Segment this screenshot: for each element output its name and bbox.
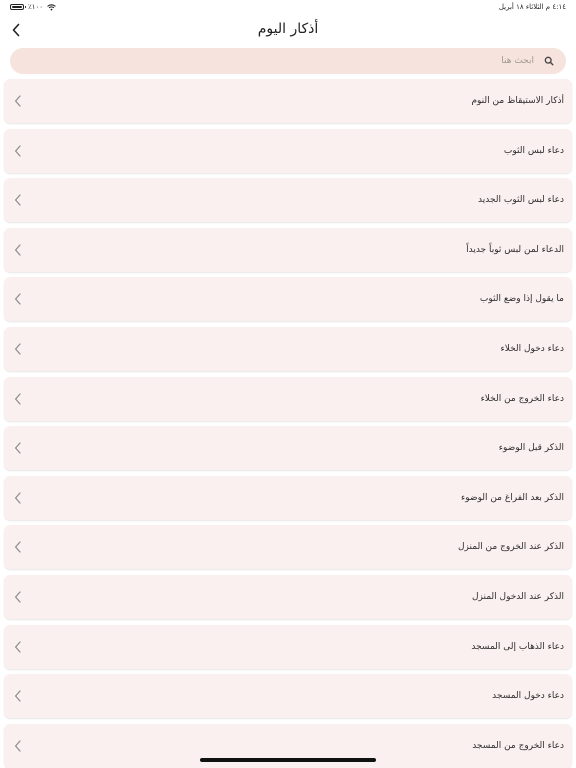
battery-icon <box>10 4 26 10</box>
list-item[interactable]: دعاء الذهاب إلى المسجد <box>4 624 572 669</box>
search-input[interactable] <box>10 56 534 66</box>
navigation-bar: أذكار اليوم <box>0 14 576 46</box>
status-bar: ٪١٠٠ ٤:١٤ م الثلاثاء ١٨ أبريل <box>0 0 576 14</box>
list-item[interactable]: دعاء لبس الثوب <box>4 128 572 173</box>
chevron-left-icon <box>10 539 26 555</box>
chevron-left-icon <box>10 688 26 704</box>
chevron-left-icon <box>10 490 26 506</box>
status-indicators: ٪١٠٠ <box>10 3 56 11</box>
list-item-label: دعاء الخروج من الخلاء <box>480 393 564 404</box>
list-item-label: دعاء لبس الثوب الجديد <box>478 195 564 206</box>
list-item[interactable]: دعاء الخروج من الخلاء <box>4 376 572 421</box>
wifi-icon <box>47 3 56 10</box>
search-bar[interactable] <box>10 48 566 74</box>
list-item-label: الذكر قبل الوضوء <box>498 443 564 454</box>
chevron-left-icon <box>10 738 26 754</box>
list-item[interactable]: دعاء دخول الخلاء <box>4 327 572 371</box>
list-item[interactable]: الذكر بعد الفراغ من الوضوء <box>4 475 572 520</box>
list-item[interactable]: الذكر قبل الوضوء <box>4 426 572 471</box>
chevron-left-icon <box>10 589 26 605</box>
search-icon <box>542 54 556 68</box>
chevron-left-icon <box>10 341 26 357</box>
list-item-label: أذكار الاستيقاظ من النوم <box>471 96 564 106</box>
list-item-label: دعاء دخول الخلاء <box>500 344 565 354</box>
chevron-left-icon <box>10 639 26 655</box>
list-item[interactable]: الدعاء لمن لبس ثوباً جديداً <box>4 227 572 272</box>
list-item[interactable]: الذكر عند الدخول المنزل <box>4 575 572 619</box>
list-item-label: دعاء دخول المسجد <box>492 691 564 702</box>
list-item-label: الذكر عند الخروج من المنزل <box>458 542 564 553</box>
chevron-left-icon <box>10 143 26 159</box>
list-item[interactable]: دعاء دخول المسجد <box>4 674 572 719</box>
list-item[interactable]: ما يقول إذا وضع الثوب <box>4 277 572 322</box>
chevron-left-icon <box>10 242 26 258</box>
chevron-left-icon <box>10 93 26 109</box>
list-item-label: دعاء الذهاب إلى المسجد <box>471 641 564 652</box>
list-item-label: دعاء لبس الثوب <box>503 145 564 156</box>
home-indicator <box>200 758 376 762</box>
list-item-label: ما يقول إذا وضع الثوب <box>479 294 564 305</box>
battery-percent: ٪١٠٠ <box>28 3 44 11</box>
chevron-left-icon <box>10 291 26 307</box>
list-item-label: دعاء الخروج من المسجد <box>472 740 564 751</box>
list-item[interactable]: الذكر عند الخروج من المنزل <box>4 525 572 570</box>
list-item-label: الذكر عند الدخول المنزل <box>472 592 564 602</box>
chevron-left-icon <box>10 391 26 407</box>
status-time-date: ٤:١٤ م الثلاثاء ١٨ أبريل <box>498 3 566 11</box>
list-item[interactable]: أذكار الاستيقاظ من النوم <box>4 79 572 123</box>
list-item[interactable]: دعاء لبس الثوب الجديد <box>4 178 572 223</box>
chevron-left-icon <box>10 440 26 456</box>
chevron-left-icon <box>10 192 26 208</box>
list-item-label: الدعاء لمن لبس ثوباً جديداً <box>466 244 564 255</box>
page-title: أذكار اليوم <box>257 21 319 37</box>
list-item-label: الذكر بعد الفراغ من الوضوء <box>461 492 564 503</box>
